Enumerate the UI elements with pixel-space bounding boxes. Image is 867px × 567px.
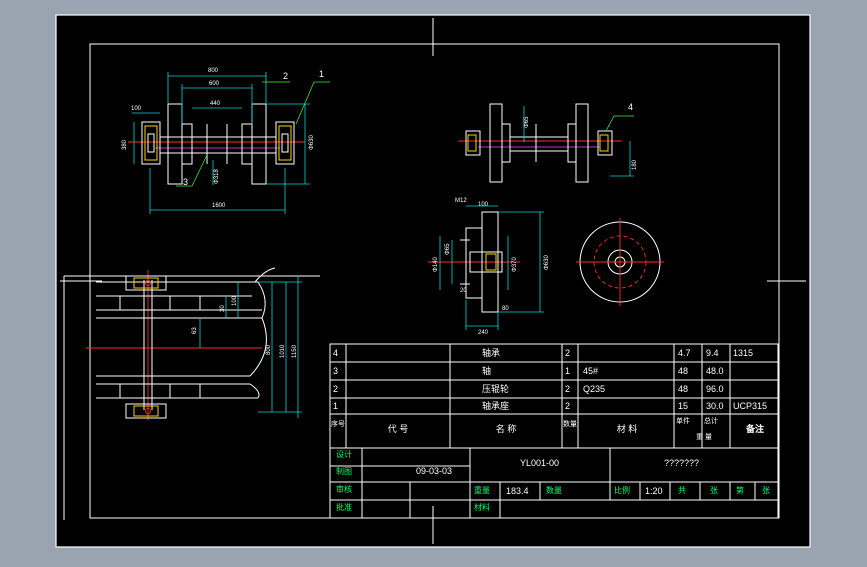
dim-63: 63 [192, 327, 198, 334]
tb-label-design: 设计 [336, 450, 352, 459]
tb-sheet-a: 共 [678, 486, 686, 495]
bom-cell-unit: 4.7 [678, 348, 691, 358]
bom-cell-total: 9.4 [706, 348, 719, 358]
bom-cell-name: 压辊轮 [482, 384, 510, 394]
tb-label-approve: 批准 [336, 503, 352, 512]
label-4: 4 [628, 102, 633, 112]
dim-20: 20 [460, 288, 467, 294]
dim-phi630b: Φ630 [544, 255, 550, 270]
bom-cell-no: 4 [333, 348, 339, 358]
tb-sheet-c: 第 [736, 486, 744, 495]
dim-100: 100 [131, 106, 142, 112]
dim-phi318: Φ318 [214, 169, 220, 184]
bom-cell-qty: 2 [565, 401, 571, 411]
cad-viewport: 800 600 440 100 380 1600 Φ630 Φ318 2 1 3 [0, 0, 867, 562]
bom-cell-unit: 48 [678, 384, 689, 394]
dim-phi65: Φ65 [524, 116, 530, 128]
tb-material-label: 材料 [474, 503, 490, 512]
bom-cell-total: 96.0 [706, 384, 724, 394]
dim-m12: M12 [455, 198, 467, 204]
bom-cell-no: 3 [333, 366, 339, 376]
bom-cell-material: 45# [583, 366, 599, 376]
bom-header-unit: 单件 [676, 418, 690, 425]
tb-drawing-no: YL001-00 [520, 458, 560, 468]
dim-100c: 100 [232, 295, 238, 306]
bom-cell-unit: 15 [678, 401, 689, 411]
dim-240: 240 [478, 330, 489, 336]
bom-header-code: 代 号 [387, 424, 409, 434]
dim-phi140: Φ140 [433, 257, 439, 272]
tb-sheet-d: 张 [762, 486, 770, 495]
bom-cell-unit: 48 [678, 366, 689, 376]
drawing-canvas: 800 600 440 100 380 1600 Φ630 Φ318 2 1 3 [55, 14, 811, 548]
bom-cell-no: 1 [333, 401, 339, 411]
bom-cell-name: 轴 [482, 366, 492, 376]
dim-100b: 100 [478, 202, 489, 208]
bom-cell-total: 30.0 [706, 401, 724, 411]
dim-30: 30 [220, 305, 226, 312]
bom-cell-name: 轴承 [482, 348, 501, 358]
label-1: 1 [319, 69, 324, 79]
dim-180: 180 [632, 159, 638, 170]
bom-header-remark: 备注 [745, 424, 764, 434]
tb-drawing-name: ??????? [664, 458, 700, 468]
bom-cell-qty: 1 [565, 366, 571, 376]
label-2: 2 [283, 71, 288, 81]
bom-cell-qty: 2 [565, 348, 571, 358]
label-3: 3 [183, 177, 188, 187]
dim-1010: 1010 [280, 344, 286, 358]
bom-cell-no: 2 [333, 384, 339, 394]
bom-header-weight: 重 量 [696, 434, 712, 441]
dim-600: 600 [209, 81, 220, 87]
dim-80: 80 [502, 306, 509, 312]
bom-cell-qty: 2 [565, 384, 571, 394]
tb-sheet-b: 张 [710, 486, 718, 495]
tb-weight-value: 183.4 [506, 486, 529, 496]
dim-1150: 1150 [292, 344, 298, 358]
dim-800b: 800 [266, 344, 272, 355]
dim-phi370: Φ370 [512, 257, 518, 272]
dim-440: 440 [210, 101, 221, 107]
bom-header-name: 名 称 [495, 424, 517, 434]
bom-cell-remark: 1315 [733, 348, 754, 358]
tb-label-draw: 制图 [336, 467, 352, 476]
bom-cell-total: 48.0 [706, 366, 724, 376]
bom-cell-name: 轴承座 [482, 401, 510, 411]
tb-date: 09-03-03 [416, 466, 453, 476]
tb-scale-value: 1:20 [645, 486, 663, 496]
tb-label-check: 审核 [336, 485, 352, 494]
dim-800: 800 [208, 68, 219, 74]
tb-weight-label: 重量 [474, 486, 490, 495]
bom-header-no: 序号 [331, 421, 345, 428]
dim-380: 380 [122, 139, 128, 150]
bom-header-material: 材 料 [616, 424, 638, 434]
bom-cell-material: Q235 [583, 384, 606, 394]
bom-cell-remark: UCP315 [733, 401, 768, 411]
dim-phi65b: Φ65 [445, 243, 451, 255]
dim-phi630: Φ630 [309, 135, 315, 150]
tb-scale-label: 比例 [614, 486, 630, 495]
bom-header-total: 总计 [704, 418, 718, 425]
dim-1600: 1600 [212, 203, 226, 209]
bom-header-qty: 数量 [563, 421, 577, 428]
tb-qty-label: 数量 [546, 486, 562, 495]
